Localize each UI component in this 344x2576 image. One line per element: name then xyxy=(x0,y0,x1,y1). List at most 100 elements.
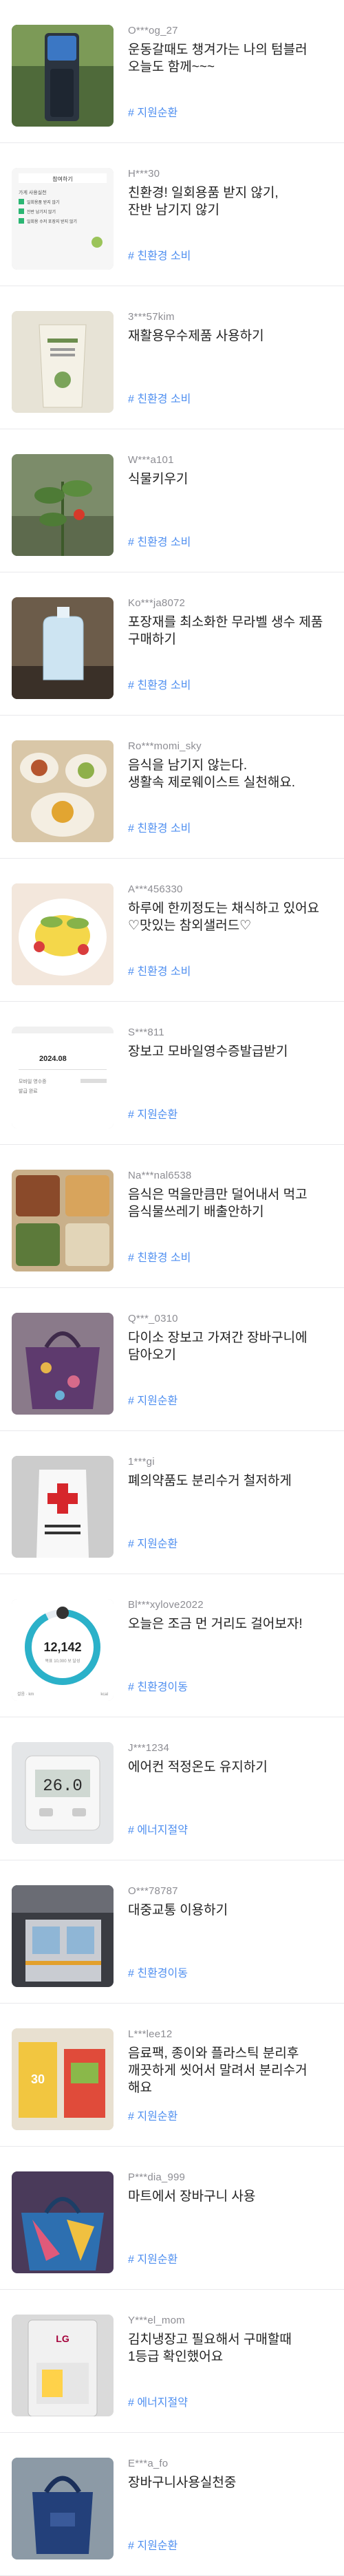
post-hashtag[interactable]: # 에너지절약 xyxy=(128,1821,188,1837)
post-text: 포장재를 최소화한 무라벨 생수 제품 구매하기 xyxy=(128,615,323,647)
post-text: 장보고 모바일영수증발급받기 xyxy=(128,1044,288,1059)
challenge-post[interactable]: 참여하기 가게 사용실천 일회용품 받지 않기 잔반 남기지 않기 일회용 수저 포장지… xyxy=(0,143,344,286)
thumb-brand: LG xyxy=(56,2333,69,2344)
photo-illustration: 참여하기가게 사용실천일회용품 받지 않기잔반 남기지 않기일회용 수저 포장지… xyxy=(12,168,114,270)
thumb-item: 일회용 수저 포장지 받지 않기 xyxy=(27,219,77,224)
post-hashtag[interactable]: # 친환경 소비 xyxy=(128,819,191,835)
post-photo[interactable] xyxy=(12,311,114,413)
post-hashtag[interactable]: # 지원순환 xyxy=(128,1105,178,1121)
challenge-post[interactable]: 2024.08 모바일 영수증 발급 완료 S***811 장보고 모바일영수증발급받기… xyxy=(0,1002,344,1145)
thumb-temp: 26.0 xyxy=(43,1777,83,1796)
photo-illustration: 2024.08 모바일 영수증발급 완료 xyxy=(12,1027,114,1128)
post-text: 재활용우수제품 사용하기 xyxy=(128,329,264,343)
post-username: A***456330 xyxy=(128,883,183,895)
thumb-checkbox xyxy=(19,208,24,214)
post-text: 음료팩, 종이와 플라스틱 분리후 깨끗하게 씻어서 말려서 분리수거 해요 xyxy=(128,2046,308,2095)
post-hashtag[interactable]: # 친환경 소비 xyxy=(128,533,191,549)
post-text: 김치냉장고 필요해서 구매할때 1등급 확인했어요 xyxy=(128,2332,292,2364)
challenge-post[interactable]: O***og_27 운동갈때도 챙겨가는 나의 텀블러 오늘도 함께~~~ # 지원… xyxy=(0,0,344,143)
challenge-post[interactable]: Ko***ja8072 포장재를 최소화한 무라벨 생수 제품 구매하기 # 친환경… xyxy=(0,572,344,716)
post-photo[interactable] xyxy=(12,1456,114,1558)
challenge-post[interactable]: Na***nal6538 음식은 먹을만큼만 덜어내서 먹고 음식물쓰레기 배출안… xyxy=(0,1145,344,1288)
challenge-post[interactable]: E***a_fo 장바구니사용실천중 # 지원순환 xyxy=(0,2433,344,2576)
post-photo[interactable] xyxy=(12,2171,114,2273)
photo-illustration: 26.0 xyxy=(12,1742,114,1844)
challenge-post[interactable]: 26.0 J***1234 에어컨 적정온도 유지하기 # 에너지절약 xyxy=(0,1717,344,1860)
post-text: 다이소 장보고 가져간 장바구니에 담아오기 xyxy=(128,1331,308,1362)
post-username: Ro***momi_sky xyxy=(128,740,202,752)
photo-illustration xyxy=(12,597,114,699)
post-hashtag[interactable]: # 에너지절약 xyxy=(128,2393,188,2409)
post-photo[interactable]: 12,142 목표 10,000 보 달성 걸음 · km kcal xyxy=(12,1599,114,1701)
post-photo[interactable] xyxy=(12,1170,114,1271)
challenge-post[interactable]: A***456330 하루에 한끼정도는 채식하고 있어요 ♡맛있는 참외샐러드♡… xyxy=(0,859,344,1002)
challenge-post[interactable]: 1***gi 폐의약품도 분리수거 철저하게 # 지원순환 xyxy=(0,1431,344,1574)
post-username: W***a101 xyxy=(128,454,174,466)
challenge-post[interactable]: 3***57kim 재활용우수제품 사용하기 # 친환경 소비 xyxy=(0,286,344,429)
thumb-right: kcal xyxy=(100,1693,108,1697)
post-username: 3***57kim xyxy=(128,311,175,323)
post-photo[interactable]: 참여하기 가게 사용실천 일회용품 받지 않기 잔반 남기지 않기 일회용 수저 포장지… xyxy=(12,168,114,270)
challenge-post[interactable]: P***dia_999 마트에서 장바구니 사용 # 지원순환 xyxy=(0,2147,344,2290)
post-photo[interactable] xyxy=(12,1313,114,1415)
thumb-label: 30 xyxy=(31,2072,45,2086)
post-hashtag[interactable]: # 친환경이동 xyxy=(128,1964,188,1980)
post-username: Na***nal6538 xyxy=(128,1170,192,1181)
thumb-line-1: 발급 완료 xyxy=(19,1088,38,1094)
post-photo[interactable]: 30 xyxy=(12,2028,114,2130)
thumb-item: 잔반 남기지 않기 xyxy=(27,209,56,215)
post-text: 에어컨 적정온도 유지하기 xyxy=(128,1760,268,1774)
post-hashtag[interactable]: # 지원순환 xyxy=(128,103,178,120)
post-photo[interactable] xyxy=(12,2458,114,2559)
post-hashtag[interactable]: # 친환경이동 xyxy=(128,1677,188,1694)
post-photo[interactable] xyxy=(12,454,114,556)
post-text: 식물키우기 xyxy=(128,472,189,486)
post-hashtag[interactable]: # 친환경 소비 xyxy=(128,246,191,263)
challenge-post[interactable]: W***a101 식물키우기 # 친환경 소비 xyxy=(0,429,344,572)
post-username: Q***_0310 xyxy=(128,1313,178,1324)
challenge-post[interactable]: 12,142 목표 10,000 보 달성 걸음 · km kcal Bl***xylo… xyxy=(0,1574,344,1717)
photo-illustration xyxy=(12,2458,114,2559)
thumb-checkbox xyxy=(19,199,24,204)
post-photo[interactable] xyxy=(12,883,114,985)
post-photo[interactable] xyxy=(12,25,114,127)
photo-illustration xyxy=(12,1456,114,1558)
post-text: 친환경! 일회용품 받지 않기, 잔반 남기지 않기 xyxy=(128,186,279,217)
challenge-post[interactable]: LG Y***el_mom 김치냉장고 필요해서 구매할때 1등급 확인했어요 # 에… xyxy=(0,2290,344,2433)
challenge-post[interactable]: Q***_0310 다이소 장보고 가져간 장바구니에 담아오기 # 지원순환 xyxy=(0,1288,344,1431)
post-photo[interactable]: 2024.08 모바일 영수증 발급 완료 xyxy=(12,1027,114,1128)
post-username: O***78787 xyxy=(128,1885,178,1897)
challenge-post[interactable]: O***78787 대중교통 이용하기 # 친환경이동 xyxy=(0,1860,344,2004)
photo-illustration: 12,142 목표 10,000 보 달성걸음 · km kcal xyxy=(12,1599,114,1701)
post-text: 음식은 먹을만큼만 덜어내서 먹고 음식물쓰레기 배출안하기 xyxy=(128,1188,308,1219)
post-text: 하루에 한끼정도는 채식하고 있어요 ♡맛있는 참외샐러드♡ xyxy=(128,901,320,933)
post-photo[interactable]: 26.0 xyxy=(12,1742,114,1844)
post-photo[interactable] xyxy=(12,1885,114,1987)
post-text: 운동갈때도 챙겨가는 나의 텀블러 오늘도 함께~~~ xyxy=(128,43,308,74)
post-hashtag[interactable]: # 지원순환 xyxy=(128,2250,178,2266)
post-photo[interactable]: LG xyxy=(12,2315,114,2416)
thumb-title: 참여하기 xyxy=(52,175,72,182)
thumb-sub: 목표 10,000 보 달성 xyxy=(45,1658,80,1664)
photo-illustration: LG xyxy=(12,2315,114,2416)
post-hashtag[interactable]: # 친환경 소비 xyxy=(128,389,191,406)
post-hashtag[interactable]: # 지원순환 xyxy=(128,1534,178,1551)
post-username: P***dia_999 xyxy=(128,2171,186,2183)
challenge-post[interactable]: Ro***momi_sky 음식을 남기지 않는다. 생활속 제로웨이스트 실천해… xyxy=(0,716,344,859)
challenge-post[interactable]: 30 L***lee12 음료팩, 종이와 플라스틱 분리후 깨끗하게 씻어서 말려… xyxy=(0,2004,344,2147)
photo-illustration xyxy=(12,1313,114,1415)
post-photo[interactable] xyxy=(12,597,114,699)
post-hashtag[interactable]: # 지원순환 xyxy=(128,2536,178,2553)
photo-illustration xyxy=(12,883,114,985)
post-photo[interactable] xyxy=(12,740,114,842)
thumb-line-0: 모바일 영수증 xyxy=(19,1078,47,1084)
thumb-subtitle: 가게 사용실천 xyxy=(19,189,47,195)
post-hashtag[interactable]: # 친환경 소비 xyxy=(128,676,191,692)
post-hashtag[interactable]: # 지원순환 xyxy=(128,2107,178,2123)
photo-illustration xyxy=(12,1170,114,1271)
photo-illustration xyxy=(12,1885,114,1987)
post-hashtag[interactable]: # 친환경 소비 xyxy=(128,962,191,978)
post-hashtag[interactable]: # 친환경 소비 xyxy=(128,1248,191,1265)
photo-illustration xyxy=(12,311,114,413)
post-hashtag[interactable]: # 지원순환 xyxy=(128,1391,178,1408)
